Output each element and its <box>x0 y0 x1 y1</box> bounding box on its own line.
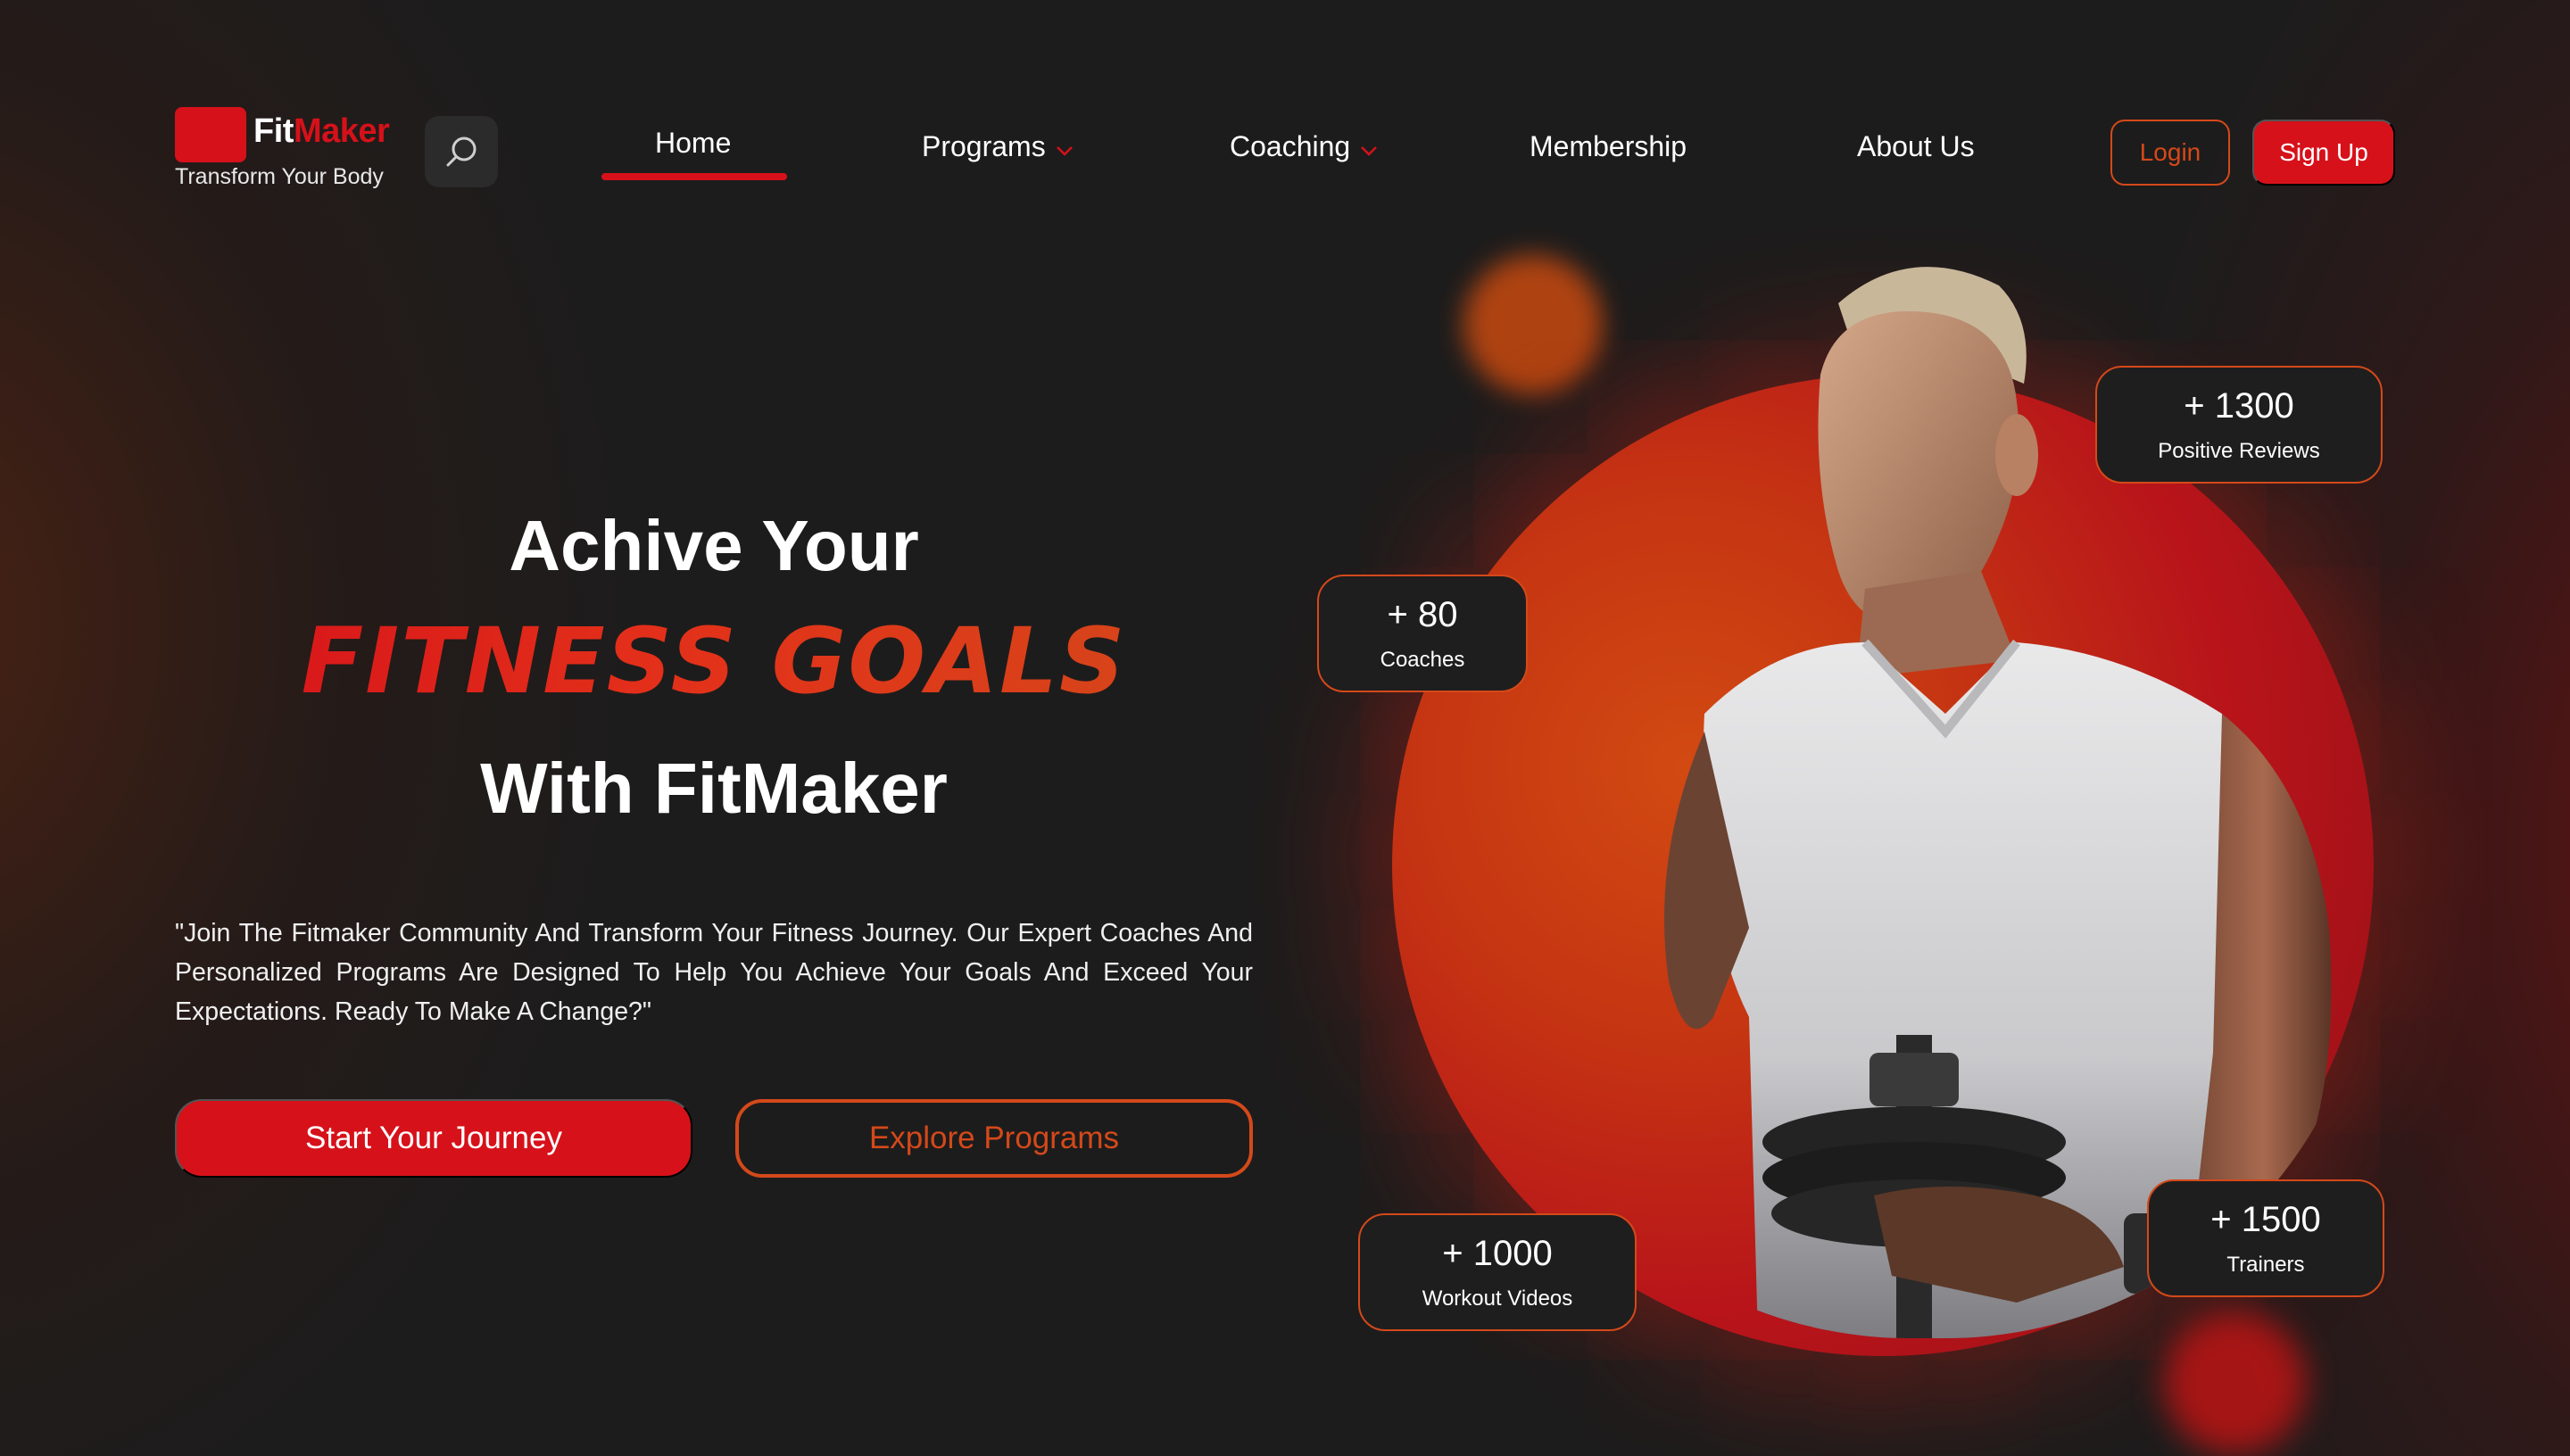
stat-positive-reviews: + 1300 Positive Reviews <box>2095 366 2383 484</box>
nav-coaching[interactable]: Coaching <box>1230 130 1379 163</box>
login-button[interactable]: Login <box>2110 120 2230 186</box>
hero-title-line3: With FitMaker <box>480 749 948 828</box>
stat-workout-videos: + 1000 Workout Videos <box>1358 1213 1637 1331</box>
nav-programs[interactable]: Programs <box>922 130 1074 163</box>
stat-label: Trainers <box>2226 1252 2305 1277</box>
nav-membership[interactable]: Membership <box>1530 130 1687 163</box>
logo-wordmark: FitMaker <box>253 112 390 151</box>
stat-label: Coaches <box>1380 647 1465 672</box>
stat-label: Workout Videos <box>1422 1286 1573 1311</box>
stat-trainers: + 1500 Trainers <box>2147 1179 2384 1297</box>
explore-programs-button[interactable]: Explore Programs <box>735 1099 1253 1178</box>
signup-button[interactable]: Sign Up <box>2252 120 2395 186</box>
decorative-blob <box>2163 1311 2306 1454</box>
stat-value: + 80 <box>1387 594 1458 634</box>
hero-description: "Join The Fitmaker Community And Transfo… <box>175 919 1253 1026</box>
hero-title-line1: Achive Your <box>509 506 919 585</box>
hero-title-highlight: FITNESS GOALS <box>175 608 1253 715</box>
logo-maker-text: Maker <box>293 112 390 150</box>
chevron-down-icon <box>1361 145 1378 156</box>
stat-label: Positive Reviews <box>2158 438 2320 463</box>
nav-membership-label: Membership <box>1530 130 1687 162</box>
stat-coaches: + 80 Coaches <box>1317 575 1528 692</box>
start-journey-button[interactable]: Start Your Journey <box>175 1099 692 1178</box>
nav-coaching-label: Coaching <box>1230 130 1351 162</box>
stat-value: + 1500 <box>2210 1199 2321 1239</box>
chevron-down-icon <box>1056 145 1073 156</box>
stat-value: + 1000 <box>1442 1233 1553 1273</box>
nav-programs-label: Programs <box>922 130 1046 162</box>
nav-home[interactable]: Home <box>655 127 731 160</box>
nav-about-label: About Us <box>1857 130 1975 162</box>
stat-value: + 1300 <box>2184 385 2294 426</box>
logo-mark <box>175 107 246 162</box>
logo-fit-text: Fit <box>253 112 294 150</box>
nav-home-label: Home <box>655 127 732 159</box>
nav-about-us[interactable]: About Us <box>1857 130 1975 163</box>
nav-active-indicator <box>601 173 787 180</box>
search-button[interactable] <box>425 116 498 187</box>
logo-tagline: Transform Your Body <box>175 164 384 189</box>
search-icon <box>446 136 477 167</box>
